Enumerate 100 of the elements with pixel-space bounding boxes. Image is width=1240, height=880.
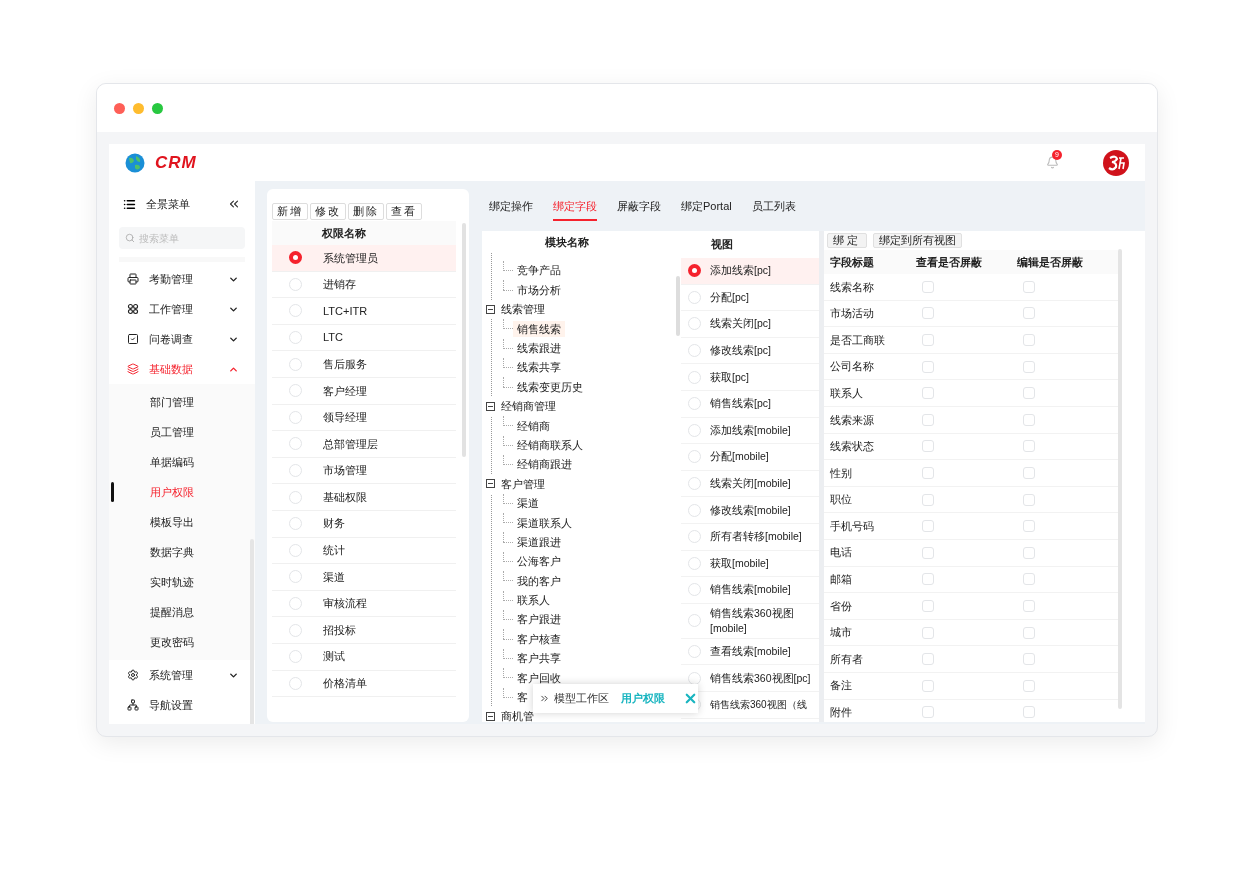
tree-item[interactable]: 联系人 [513,592,554,609]
role-row[interactable]: 渠道 [272,564,456,591]
radio-button[interactable] [289,464,302,478]
expand-icon[interactable] [539,693,550,704]
role-row[interactable]: 总部管理层 [272,431,456,458]
radio-button[interactable] [289,384,302,398]
tree-group-label[interactable]: 线索管理 [501,301,545,318]
avatar-icon[interactable] [1103,149,1129,176]
checkbox[interactable] [922,493,934,506]
checkbox[interactable] [1023,706,1035,719]
tab[interactable]: 绑定字段 [553,198,597,221]
role-row[interactable]: 进销存 [272,271,456,299]
checkbox[interactable] [1023,280,1035,293]
radio-button[interactable] [289,277,302,291]
sidebar-item[interactable]: 基础数据 [109,354,255,384]
checkbox[interactable] [1023,360,1035,373]
role-row[interactable]: 审核流程 [272,590,456,618]
tree-item[interactable]: 公海客户 [513,553,565,570]
tree-group-label[interactable]: 经销商管理 [501,398,556,415]
tree-item[interactable]: 经销商联系人 [513,436,587,454]
role-row[interactable]: LTC+ITR [272,298,456,325]
checkbox[interactable] [1023,307,1035,320]
radio-button[interactable] [289,437,302,451]
submenu-item[interactable]: 用户权限 [150,483,194,501]
radio-button[interactable] [688,556,701,570]
radio-button[interactable] [289,331,302,345]
checkbox[interactable] [922,520,934,533]
tree-group-label[interactable]: 商机管 [501,708,534,722]
sidebar-item[interactable]: 考勤管理 [109,264,255,294]
radio-button[interactable] [289,650,302,664]
tab[interactable]: 绑定操作 [489,198,533,221]
submenu-item[interactable]: 模板导出 [150,513,194,531]
checkbox[interactable] [1023,679,1035,692]
checkbox[interactable] [922,546,934,559]
collapse-toggle[interactable] [486,479,495,489]
checkbox[interactable] [1023,334,1035,346]
checkbox[interactable] [922,466,934,479]
tab[interactable]: 员工列表 [751,198,796,221]
tab[interactable]: 屏蔽字段 [617,198,661,221]
radio-button[interactable] [688,370,701,384]
checkbox[interactable] [922,334,934,346]
role-row[interactable]: 市场管理 [272,457,456,485]
tree-item[interactable]: 我的客户 [513,572,565,590]
sidebar-item[interactable]: 系统管理 [109,660,255,690]
radio-button[interactable] [688,530,701,544]
tree-item[interactable]: 渠道联系人 [513,514,576,531]
checkbox[interactable] [1023,573,1035,586]
radio-button[interactable] [289,410,302,424]
tree-item[interactable]: 线索跟进 [513,340,565,357]
radio-button[interactable] [688,290,701,304]
checkbox[interactable] [1023,520,1035,533]
checkbox[interactable] [922,387,934,400]
checkbox[interactable] [1023,599,1035,612]
radio-button[interactable] [688,423,701,437]
sidebar-item[interactable]: 问卷调查 [109,324,255,354]
close-icon[interactable] [683,691,698,706]
toolbar-button[interactable]: 删除 [348,203,384,220]
checkbox[interactable] [1023,413,1035,426]
submenu-item[interactable]: 提醒消息 [150,603,194,621]
radio-button[interactable] [688,503,701,517]
checkbox[interactable] [922,679,934,692]
role-row[interactable]: 价格清单 [272,670,456,698]
radio-button[interactable] [688,645,701,658]
radio-button[interactable] [289,676,302,690]
tree-item[interactable]: 客户跟进 [513,611,565,628]
checkbox[interactable] [1023,626,1035,639]
tree-item[interactable]: 经销商跟进 [513,456,576,473]
tree-group-label[interactable]: 客户管理 [501,475,545,493]
tree-item[interactable]: 客 [513,689,532,706]
radio-button[interactable] [688,614,701,628]
checkbox[interactable] [922,653,934,666]
checkbox[interactable] [1023,387,1035,400]
collapse-icon[interactable] [227,197,241,211]
checkbox[interactable] [922,440,934,453]
role-row[interactable]: 测试 [272,643,456,671]
toolbar-button[interactable]: 新增 [272,203,308,220]
collapse-toggle[interactable] [486,712,495,722]
radio-button[interactable] [289,357,302,371]
role-row[interactable]: 统计 [272,537,456,565]
bind-button[interactable]: 绑定 [827,233,867,248]
radio-button[interactable] [289,251,302,265]
sidebar-item[interactable]: 工作管理 [109,294,255,324]
submenu-item[interactable]: 员工管理 [150,423,194,441]
submenu-item[interactable]: 数据字典 [150,543,194,561]
checkbox[interactable] [922,307,934,320]
role-row[interactable]: 系统管理员 [272,245,456,272]
checkbox[interactable] [1023,466,1035,479]
submenu-item[interactable]: 更改密码 [150,633,194,651]
role-row[interactable]: 售后服务 [272,351,456,378]
checkbox[interactable] [1023,493,1035,506]
checkbox[interactable] [922,280,934,293]
tree-item[interactable]: 市场分析 [513,281,565,299]
radio-button[interactable] [289,490,302,504]
role-row[interactable]: 招投标 [272,617,456,644]
tab[interactable]: 绑定Portal [681,198,732,221]
collapse-toggle[interactable] [486,304,495,314]
tree-item[interactable]: 竞争产品 [513,262,565,279]
checkbox[interactable] [1023,546,1035,559]
radio-button[interactable] [688,397,701,411]
submenu-item[interactable]: 单据编码 [150,453,194,471]
